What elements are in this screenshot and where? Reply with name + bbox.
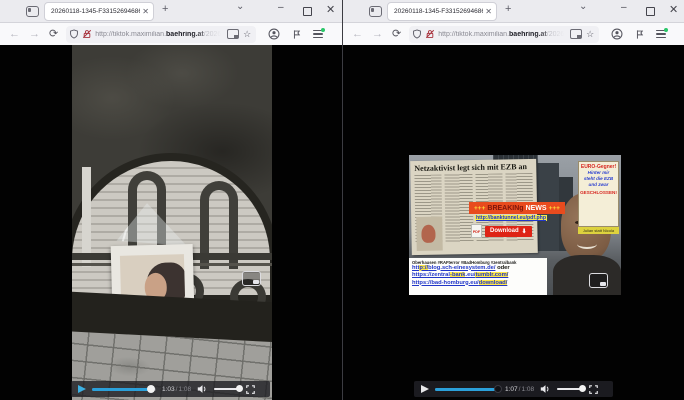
back-button[interactable]: ←	[352, 29, 363, 40]
minimize-button[interactable]: –	[278, 2, 284, 13]
download-button: Download⬇	[485, 226, 532, 237]
page-actions-icon[interactable]	[227, 29, 239, 39]
video-element-right[interactable]: Netzaktivist legt sich mit EZB an EURO-G…	[343, 45, 684, 400]
forward-button[interactable]: →	[29, 29, 40, 40]
firefox-view-icon[interactable]	[26, 6, 39, 17]
tracking-protection-shield-icon[interactable]	[69, 29, 79, 39]
progress-thumb[interactable]	[494, 385, 502, 393]
menu-notification-dot	[321, 28, 325, 32]
volume-slider[interactable]	[214, 388, 240, 391]
insecure-lock-icon[interactable]	[425, 29, 435, 39]
close-window-button[interactable]: ✕	[669, 3, 678, 16]
app-menu-icon[interactable]	[656, 30, 666, 38]
time-display: 1:03/1:08	[162, 386, 191, 393]
insecure-lock-icon[interactable]	[82, 29, 92, 39]
browser-window-left: 20260118-1345-F3315269468635718 ✕ + ⌄ – …	[0, 0, 342, 400]
fullscreen-icon[interactable]	[589, 385, 598, 394]
new-tab-button[interactable]: +	[162, 3, 168, 15]
volume-icon[interactable]	[540, 384, 551, 394]
minimize-button[interactable]: –	[621, 2, 627, 13]
man-shoulders	[553, 255, 621, 295]
reload-button[interactable]: ⟳	[49, 29, 58, 40]
time-display: 1:07/1:08	[505, 386, 534, 393]
video-frame-basement-window	[72, 45, 272, 400]
picture-in-picture-icon[interactable]	[589, 273, 608, 288]
fullscreen-icon[interactable]	[246, 385, 255, 394]
tracking-protection-shield-icon[interactable]	[412, 29, 422, 39]
browser-tab[interactable]: 20260118-1345-F3315269468635718 ✕	[44, 2, 154, 21]
tab-close-icon[interactable]: ✕	[142, 7, 149, 16]
pdf-icon: PDF	[471, 224, 482, 238]
video-element-left[interactable]: 1:03/1:08	[0, 45, 342, 400]
download-arrow-icon: ⬇	[522, 228, 527, 235]
volume-thumb[interactable]	[236, 385, 243, 392]
progress-thumb[interactable]	[147, 385, 155, 393]
progress-fill	[92, 388, 151, 391]
tab-bar: 20260118-1345-F3315269468635718 ✕ + ⌄ – …	[0, 0, 342, 23]
euro-box-caption: Julian statt Nicola	[578, 227, 619, 234]
list-tabs-chevron-icon[interactable]: ⌄	[236, 1, 244, 12]
progress-bar[interactable]	[92, 388, 156, 391]
browser-tab[interactable]: 20260118-1345-F3315269468635718 ✕	[387, 2, 497, 21]
account-icon[interactable]	[611, 28, 623, 40]
maximize-button[interactable]	[303, 7, 312, 16]
back-button[interactable]: ←	[9, 29, 20, 40]
tab-bar: 20260118-1345-F3315269468635718 ✕ + ⌄ – …	[343, 0, 684, 23]
menu-notification-dot	[664, 28, 668, 32]
navigation-toolbar: ← → ⟳ http://tiktok.maximilian.baehring.…	[0, 23, 342, 45]
play-button[interactable]	[421, 385, 429, 393]
firefox-view-icon[interactable]	[369, 6, 382, 17]
tab-close-icon[interactable]: ✕	[485, 7, 492, 16]
new-tab-button[interactable]: +	[505, 3, 511, 15]
tab-title: 20260118-1345-F3315269468635718	[394, 8, 483, 15]
bookmark-star-icon[interactable]: ☆	[586, 29, 594, 40]
address-bar[interactable]: http://tiktok.maximilian.baehring.at/202…	[409, 26, 599, 43]
account-icon[interactable]	[268, 28, 280, 40]
address-bar[interactable]: http://tiktok.maximilian.baehring.at/202…	[66, 26, 256, 43]
pdf-download-row: PDF Download⬇	[471, 224, 532, 238]
maximize-button[interactable]	[646, 7, 655, 16]
video-controls-right: 1:07/1:08	[414, 381, 613, 397]
volume-slider[interactable]	[557, 388, 583, 391]
browser-window-right: 20260118-1345-F3315269468635718 ✕ + ⌄ – …	[342, 0, 684, 400]
page-actions-icon[interactable]	[570, 29, 582, 39]
toolbar-right-icons	[611, 28, 666, 40]
app-menu-icon[interactable]	[313, 30, 323, 38]
pennant-flag-icon[interactable]	[634, 29, 645, 40]
progress-bar[interactable]	[435, 388, 499, 391]
pennant-flag-icon[interactable]	[291, 29, 302, 40]
link-line-2: https://zentral-bank.eu/tumblr.com/	[412, 272, 544, 280]
banner-link: http://banktunnel.eu/pdf.php	[475, 215, 547, 221]
url-text[interactable]: http://tiktok.maximilian.baehring.at/202…	[438, 31, 568, 38]
progress-fill	[435, 388, 498, 391]
newspaper-photo	[416, 217, 443, 251]
video-controls-left: 1:03/1:08	[71, 381, 270, 397]
volume-icon[interactable]	[197, 384, 208, 394]
breaking-news-banner: +++ BREAKINg NEWS +++	[469, 202, 565, 214]
play-button[interactable]	[78, 385, 86, 393]
euro-gegner-box: EURO-Gegner! Hinter mir steht die EZB un…	[578, 161, 619, 227]
tab-title: 20260118-1345-F3315269468635718	[51, 8, 140, 15]
forward-button[interactable]: →	[372, 29, 383, 40]
link-line-1: http://blog.sch-einesystem.de/ oder	[412, 265, 544, 273]
newspaper-headline: Netzaktivist legt sich mit EZB an	[414, 162, 532, 173]
bookmark-star-icon[interactable]: ☆	[243, 29, 251, 40]
list-tabs-chevron-icon[interactable]: ⌄	[579, 1, 587, 12]
window-frame-post	[82, 167, 91, 267]
volume-thumb[interactable]	[579, 385, 586, 392]
picture-in-picture-icon[interactable]	[242, 271, 261, 286]
navigation-toolbar: ← → ⟳ http://tiktok.maximilian.baehring.…	[343, 23, 684, 45]
url-text[interactable]: http://tiktok.maximilian.baehring.at/202…	[95, 31, 225, 38]
reload-button[interactable]: ⟳	[392, 29, 401, 40]
toolbar-right-icons	[268, 28, 323, 40]
close-window-button[interactable]: ✕	[326, 3, 335, 16]
smile	[577, 239, 597, 249]
links-info-box: Oberhausen #RAFterror #BadHomburg #zentr…	[409, 258, 547, 295]
link-line-3: https://bad-homburg.eu/download/	[412, 280, 544, 288]
